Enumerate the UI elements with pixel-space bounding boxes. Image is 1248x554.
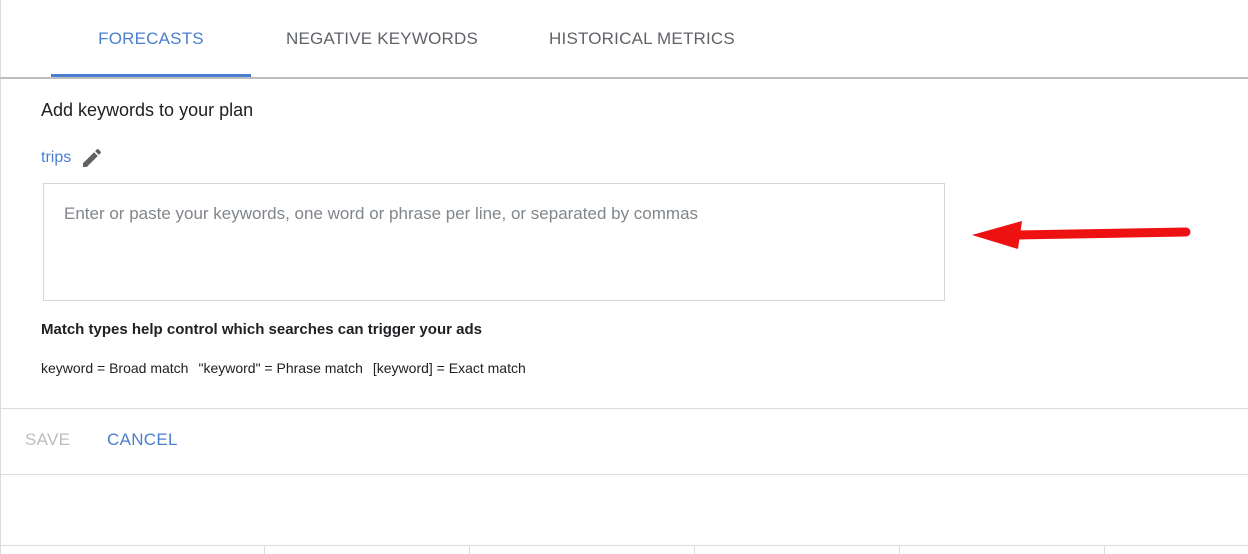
tab-negative-keywords[interactable]: NEGATIVE KEYWORDS (272, 0, 492, 77)
plan-name-link[interactable]: trips (41, 149, 71, 167)
broad-match-legend: keyword = Broad match (41, 360, 189, 376)
column-separator (469, 546, 470, 554)
cancel-button[interactable]: CANCEL (107, 430, 178, 450)
column-separator (899, 546, 900, 554)
match-types-heading: Match types help control which searches … (41, 321, 482, 338)
divider (0, 408, 1248, 409)
column-separator (1104, 546, 1105, 554)
tab-historical-metrics[interactable]: HISTORICAL METRICS (532, 0, 752, 77)
frame-left-border (0, 0, 1, 554)
pencil-icon[interactable] (79, 145, 105, 171)
table-header-strip (0, 545, 1248, 554)
divider (0, 474, 1248, 475)
section-title: Add keywords to your plan (41, 100, 254, 120)
exact-match-legend: [keyword] = Exact match (372, 360, 526, 376)
active-tab-indicator (51, 74, 251, 77)
column-separator (694, 546, 695, 554)
keywords-textarea[interactable] (44, 184, 944, 300)
save-button[interactable]: SAVE (25, 430, 70, 450)
column-separator (264, 546, 265, 554)
plan-name-row: trips (41, 145, 105, 171)
phrase-match-legend: "keyword" = Phrase match (198, 360, 363, 376)
tab-forecasts[interactable]: FORECASTS (51, 0, 251, 77)
tab-bar: FORECASTS NEGATIVE KEYWORDS HISTORICAL M… (0, 0, 1248, 79)
arrow-left-annotation-icon (972, 221, 1191, 249)
match-types-legend: keyword = Broad match "keyword" = Phrase … (41, 360, 536, 376)
keywords-input-box (43, 183, 945, 301)
